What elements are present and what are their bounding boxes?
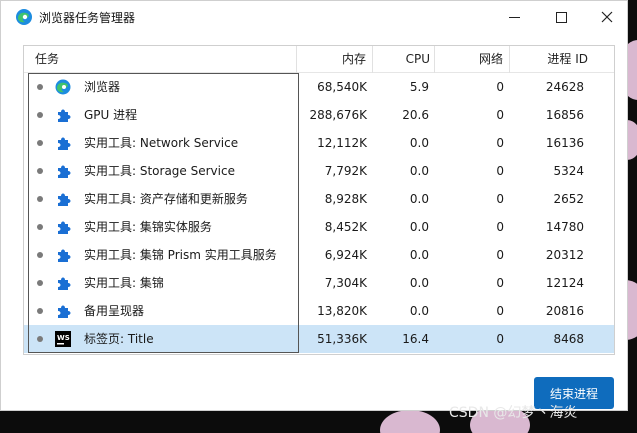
process-pid: 8468 [553,332,584,346]
minimize-button[interactable] [491,1,537,33]
process-pid: 20816 [545,304,584,318]
process-name: 标签页: Title [84,332,154,346]
close-button[interactable] [584,1,630,33]
watermark: CSDN @幻梦丶海炎 [449,405,578,421]
table-row[interactable]: 实用工具: 集锦实体服务 8,452K 0.0 0 14780 [24,213,614,241]
bullet-icon [37,196,43,202]
column-header-task[interactable]: 任务 [24,46,297,73]
process-network: 0 [496,276,504,290]
bullet-icon [37,168,43,174]
puzzle-icon [58,305,71,318]
puzzle-icon [58,249,71,262]
task-manager-window: 浏览器任务管理器 任务 内存 CPU 网络 进程 ID 浏览器 68,540K … [0,0,628,411]
column-header-pid[interactable]: 进程 ID [510,46,588,73]
process-network: 0 [496,192,504,206]
process-pid: 5324 [553,164,584,178]
bullet-icon [37,336,43,342]
process-name: 实用工具: 资产存储和更新服务 [84,192,248,206]
column-header-cpu[interactable]: CPU [373,46,435,73]
process-name: 实用工具: 集锦 Prism 实用工具服务 [84,248,277,262]
process-name: 实用工具: Network Service [84,136,239,150]
table-row[interactable]: WS 标签页: Title 51,336K 16.4 0 8468 [24,325,614,353]
svg-text:WS: WS [57,334,70,342]
table-row[interactable]: 实用工具: 集锦 7,304K 0.0 0 12124 [24,269,614,297]
bullet-icon [37,112,43,118]
table-row[interactable]: 实用工具: Network Service 12,112K 0.0 0 16136 [24,129,614,157]
process-name: 备用呈现器 [84,304,145,318]
process-network: 0 [496,248,504,262]
process-pid: 16856 [545,108,584,122]
column-header-memory-label: 内存 [341,52,366,66]
process-name: 浏览器 [84,80,121,94]
table-row[interactable]: 实用工具: 资产存储和更新服务 8,928K 0.0 0 2652 [24,185,614,213]
minimize-icon [508,16,520,18]
column-header-network[interactable]: 网络 [435,46,510,73]
process-name: 实用工具: 集锦 [84,276,164,290]
process-network: 0 [496,164,504,178]
maximize-button[interactable] [538,1,584,33]
process-network: 0 [496,108,504,122]
bullet-icon [37,280,43,286]
bullet-icon [37,252,43,258]
process-pid: 14780 [545,220,584,234]
edge-icon [55,79,71,95]
process-pid: 16136 [545,136,584,150]
process-pid: 12124 [545,276,584,290]
close-icon [601,11,613,23]
webstorm-icon: WS [55,331,71,347]
puzzle-icon [58,109,71,122]
table-row[interactable]: 实用工具: 集锦 Prism 实用工具服务 6,924K 0.0 0 20312 [24,241,614,269]
table-row[interactable]: 实用工具: Storage Service 7,792K 0.0 0 5324 [24,157,614,185]
window-title: 浏览器任务管理器 [39,11,136,25]
table-header: 任务 内存 CPU 网络 进程 ID [24,46,614,73]
process-network: 0 [496,136,504,150]
bullet-icon [37,308,43,314]
process-pid: 24628 [545,80,584,94]
table-row[interactable]: GPU 进程 288,676K 20.6 0 16856 [24,101,614,129]
column-header-task-label: 任务 [35,52,60,66]
puzzle-icon [58,137,71,150]
process-pid: 20312 [545,248,584,262]
process-network: 0 [496,332,504,346]
bullet-icon [37,140,43,146]
process-table: 任务 内存 CPU 网络 进程 ID 浏览器 68,540K 5.9 0 24628 GP… [23,45,615,355]
process-name: 实用工具: 集锦实体服务 [84,220,212,234]
puzzle-icon [58,221,71,234]
process-network: 0 [496,220,504,234]
process-network: 0 [496,304,504,318]
table-row[interactable]: 浏览器 68,540K 5.9 0 24628 [24,73,614,101]
bullet-icon [37,224,43,230]
bullet-icon [37,84,43,90]
puzzle-icon [58,193,71,206]
maximize-icon [555,11,567,23]
process-network: 0 [496,80,504,94]
puzzle-icon [58,165,71,178]
column-header-cpu-label: CPU [405,52,430,66]
process-pid: 2652 [553,192,584,206]
process-name: 实用工具: Storage Service [84,164,235,178]
edge-icon [16,9,32,25]
puzzle-icon [58,277,71,290]
column-header-memory[interactable]: 内存 [297,46,373,73]
process-name: GPU 进程 [84,108,138,122]
column-header-pid-label: 进程 ID [547,52,588,66]
table-row[interactable]: 备用呈现器 13,820K 0.0 0 20816 [24,297,614,325]
column-header-network-label: 网络 [478,52,503,66]
title-bar[interactable]: 浏览器任务管理器 [1,1,627,33]
